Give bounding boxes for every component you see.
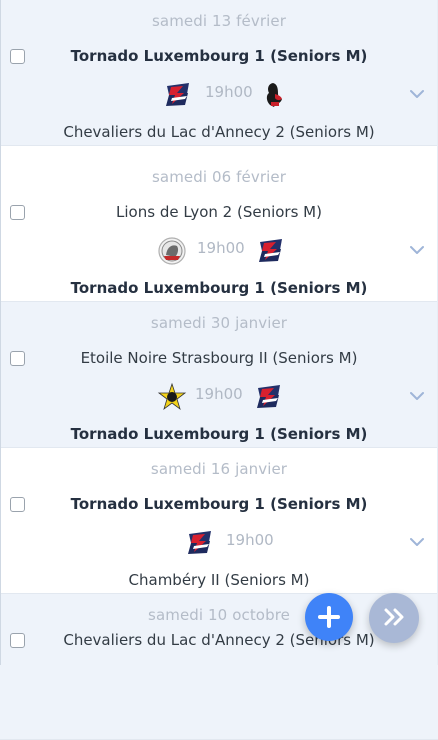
- game-date: samedi 06 février: [152, 168, 286, 186]
- game-row[interactable]: samedi 30 janvier Etoile Noire Strasbour…: [0, 302, 438, 448]
- away-team: Chambéry II (Seniors M): [128, 571, 310, 589]
- chevron-down-icon[interactable]: [410, 245, 424, 255]
- home-team: Tornado Luxembourg 1 (Seniors M): [70, 47, 368, 65]
- lions-logo-icon: [158, 237, 186, 265]
- frame-left-border: [0, 0, 1, 665]
- double-chevron-right-icon: [384, 608, 404, 626]
- home-team: Etoile Noire Strasbourg II (Seniors M): [80, 349, 358, 367]
- game-date: samedi 16 janvier: [150, 460, 288, 478]
- game-time: 19h00: [197, 239, 245, 257]
- tornado-logo-icon: [257, 385, 280, 408]
- games-list: samedi 13 février Tornado Luxembourg 1 (…: [0, 0, 438, 740]
- chevron-down-icon[interactable]: [410, 537, 424, 547]
- game-date: samedi 13 février: [152, 12, 286, 30]
- tornado-logo-icon: [166, 83, 189, 106]
- chevaliers-logo-icon: [266, 83, 282, 107]
- tornado-logo-icon: [259, 239, 282, 262]
- home-team: Tornado Luxembourg 1 (Seniors M): [70, 495, 368, 513]
- game-row[interactable]: samedi 13 février Tornado Luxembourg 1 (…: [0, 0, 438, 146]
- chevron-down-icon[interactable]: [410, 89, 424, 99]
- next-page-button[interactable]: [369, 593, 419, 643]
- away-team: Tornado Luxembourg 1 (Seniors M): [70, 279, 368, 297]
- add-game-button[interactable]: [305, 593, 353, 641]
- home-team: Lions de Lyon 2 (Seniors M): [116, 203, 322, 221]
- away-team: Chevaliers du Lac d'Annecy 2 (Seniors M): [63, 123, 375, 141]
- tornado-logo-icon: [188, 531, 211, 554]
- game-time: 19h00: [195, 385, 243, 403]
- etoile-noire-logo-icon: [157, 382, 187, 411]
- game-date: samedi 30 janvier: [150, 314, 288, 332]
- game-time: 19h00: [205, 83, 253, 101]
- game-time: 19h00: [226, 531, 274, 549]
- chevron-down-icon[interactable]: [410, 391, 424, 401]
- away-team: Tornado Luxembourg 1 (Seniors M): [70, 425, 368, 443]
- game-row[interactable]: samedi 06 février Lions de Lyon 2 (Senio…: [0, 156, 438, 302]
- game-row[interactable]: samedi 16 janvier Tornado Luxembourg 1 (…: [0, 448, 438, 594]
- plus-icon: [318, 606, 340, 628]
